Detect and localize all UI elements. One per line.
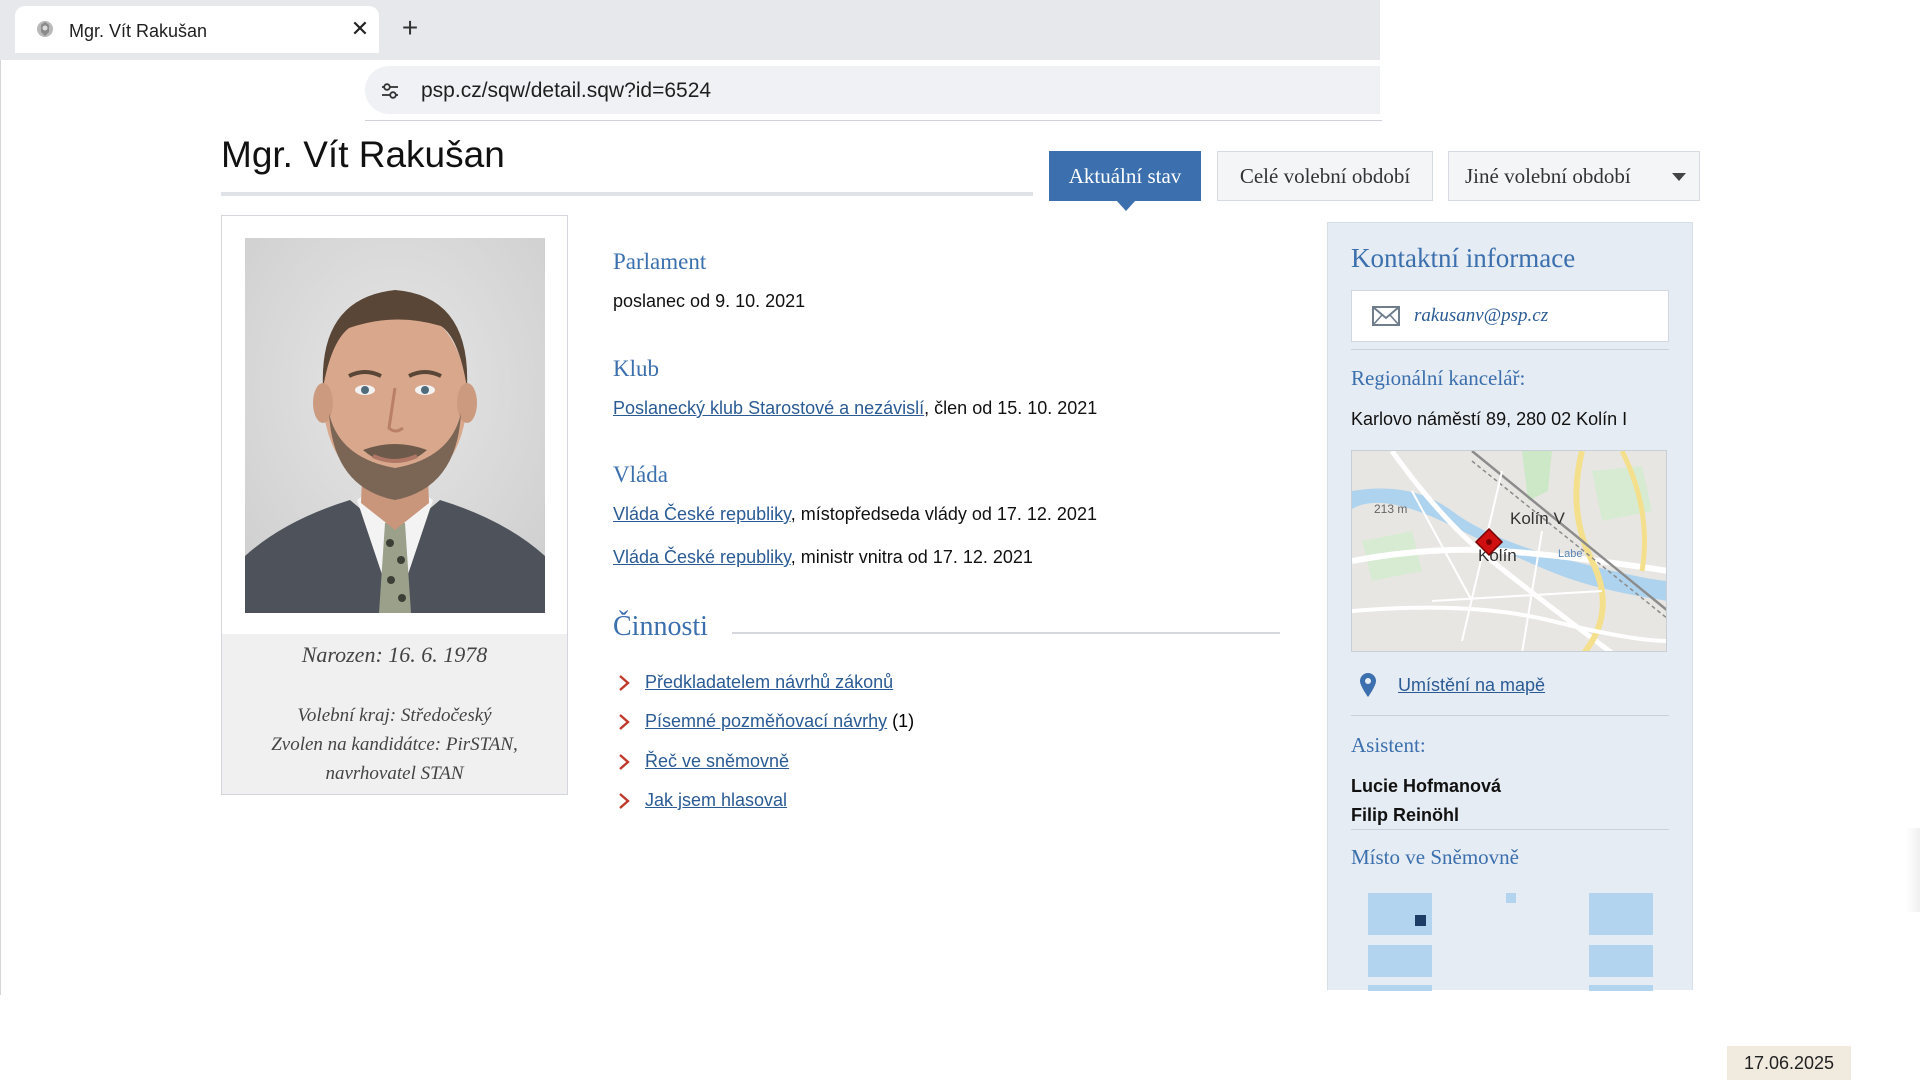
assistant-name: Filip Reinöhl <box>1351 805 1459 825</box>
activity-suffix: (1) <box>887 711 915 731</box>
seat-block <box>1589 985 1653 991</box>
section-heading-parlament: Parlament <box>613 249 707 274</box>
electoral-region: Volební kraj: Středočeský <box>297 705 492 726</box>
chevron-right-icon <box>619 675 630 691</box>
page-title: Mgr. Vít Rakušan <box>221 134 505 175</box>
klub-row: Poslanecký klub Starostové a nezávislí, … <box>613 398 1097 419</box>
election-info: Volební kraj: Středočeský Zvolen na kand… <box>222 701 567 788</box>
map-pin-icon <box>1360 673 1376 697</box>
section-heading-vlada: Vláda <box>613 462 668 487</box>
other-term-dropdown[interactable]: Jiné volební období <box>1448 151 1700 201</box>
office-map[interactable]: 213 m Kolín V Kolín Labe <box>1351 450 1667 652</box>
map-label-kolin-v: Kolín V <box>1510 509 1565 528</box>
capture-date: 17.06.2025 <box>1727 1046 1851 1080</box>
favicon-emblem-icon <box>37 21 53 37</box>
chevron-right-icon <box>619 714 630 730</box>
vlada-row: Vláda České republiky, ministr vnitra od… <box>613 547 1033 568</box>
assistant-label: Asistent: <box>1351 733 1426 757</box>
map-label-elevation: 213 m <box>1374 502 1407 516</box>
cinnosti-divider <box>732 632 1280 634</box>
nominator: navrhovatel STAN <box>325 763 464 784</box>
birth-date: Narozen: 16. 6. 1978 <box>301 642 488 667</box>
panel-divider <box>1351 715 1669 716</box>
activity-link[interactable]: Předkladatelem návrhů zákonů <box>645 672 893 692</box>
vlada-link[interactable]: Vláda České republiky <box>613 504 791 524</box>
activity-link[interactable]: Řeč ve sněmovně <box>645 751 789 771</box>
parlament-text: poslanec od 9. 10. 2021 <box>613 291 806 311</box>
caret-down-icon <box>1672 173 1686 181</box>
chevron-right-icon <box>619 793 630 809</box>
seat-block <box>1368 945 1432 977</box>
photo-frame <box>222 216 567 634</box>
tab-full-term-label: Celé volební období <box>1239 164 1411 188</box>
seat-block <box>1368 893 1432 935</box>
browser-tab[interactable]: Mgr. Vít Rakušan ✕ <box>15 6 379 53</box>
map-link-text[interactable]: Umístění na mapě <box>1398 675 1545 696</box>
vlada-suffix: , ministr vnitra od 17. 12. 2021 <box>790 547 1033 567</box>
vlada-link[interactable]: Vláda České republiky <box>613 547 791 567</box>
tab-full-term[interactable]: Celé volební období <box>1217 151 1433 201</box>
other-term-label: Jiné volební období <box>1465 164 1631 188</box>
email-box[interactable]: rakusanv@psp.cz <box>1351 290 1669 342</box>
tab-current-state[interactable]: Aktuální stav <box>1049 151 1201 211</box>
klub-suffix: , člen od 15. 10. 2021 <box>924 398 1098 418</box>
toolbar-divider <box>365 120 1382 121</box>
browser-tabstrip: Mgr. Vít Rakušan ✕ + <box>0 0 1380 60</box>
vlada-suffix: , místopředseda vlády od 17. 12. 2021 <box>790 504 1097 524</box>
contact-panel: Kontaktní informace rakusanv@psp.cz Regi… <box>1327 222 1693 991</box>
profile-card: Narozen: 16. 6. 1978 Volební kraj: Střed… <box>221 215 568 795</box>
klub-link[interactable]: Poslanecký klub Starostové a nezávislí <box>613 398 924 418</box>
url-text[interactable]: psp.cz/sqw/detail.sqw?id=6524 <box>421 79 711 103</box>
panel-divider <box>1351 349 1669 350</box>
map-image: 213 m Kolín V Kolín Labe <box>1352 451 1666 651</box>
activity-link[interactable]: Písemné pozměňovací návrhy <box>645 711 887 731</box>
portrait-photo <box>245 238 545 613</box>
site-settings-icon[interactable] <box>379 80 401 102</box>
title-divider <box>221 192 1033 196</box>
chevron-right-icon <box>619 754 630 770</box>
seat-block <box>1368 985 1432 991</box>
activity-link[interactable]: Jak jsem hlasoval <box>645 790 787 810</box>
page-shadow <box>1906 828 1920 912</box>
vlada-row: Vláda České republiky, místopředseda vlá… <box>613 504 1097 525</box>
tab-title: Mgr. Vít Rakušan <box>69 21 208 41</box>
panel-divider <box>1351 829 1669 830</box>
seat-label: Místo ve Sněmovně <box>1351 845 1519 869</box>
seat-block <box>1589 893 1653 935</box>
plus-icon[interactable]: + <box>396 14 424 42</box>
seat-block <box>1506 893 1516 903</box>
contact-heading: Kontaktní informace <box>1351 243 1576 273</box>
seat-marker <box>1415 915 1426 926</box>
email-link[interactable]: rakusanv@psp.cz <box>1414 305 1548 327</box>
section-heading-klub: Klub <box>613 356 659 381</box>
candidacy-list: Zvolen na kandidátce: PirSTAN, <box>271 734 518 755</box>
office-address: Karlovo náměstí 89, 280 02 Kolín I <box>1351 409 1628 429</box>
envelope-icon <box>1372 306 1400 326</box>
assistant-name: Lucie Hofmanová <box>1351 776 1502 796</box>
address-bar[interactable]: psp.cz/sqw/detail.sqw?id=6524 <box>365 66 1380 114</box>
section-heading-cinnosti: Činnosti <box>613 611 708 642</box>
tab-current-label: Aktuální stav <box>1068 164 1182 188</box>
close-icon[interactable]: ✕ <box>347 16 373 42</box>
office-label: Regionální kancelář: <box>1351 366 1526 390</box>
window-edge <box>0 60 1 995</box>
seat-block <box>1589 945 1653 977</box>
map-label-river: Labe <box>1558 548 1582 560</box>
